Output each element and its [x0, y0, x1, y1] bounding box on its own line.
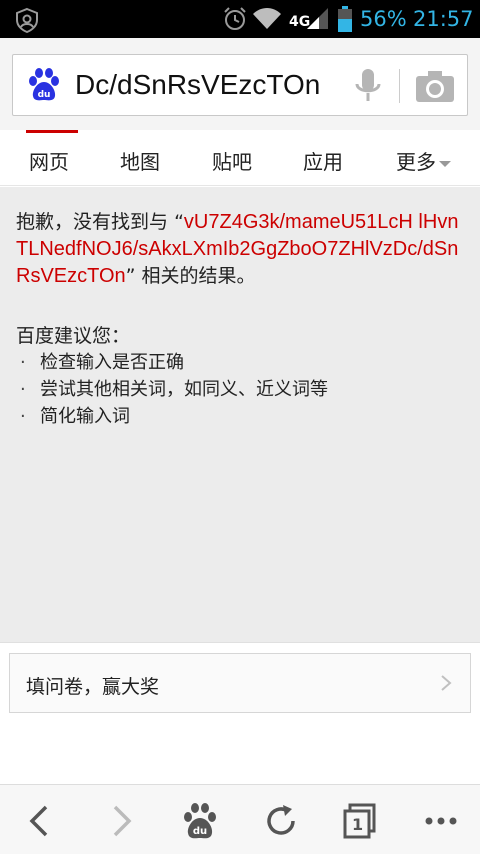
svg-text:du: du — [38, 90, 51, 100]
battery-icon — [338, 6, 352, 32]
tab-apps-label: 应用 — [303, 150, 343, 174]
tab-more[interactable]: 更多 — [396, 146, 451, 175]
promo-area: 填问卷，赢大奖 — [0, 642, 480, 784]
svg-text:du: du — [193, 826, 207, 837]
battery-percent: 56% — [360, 7, 407, 31]
clock: 21:57 — [413, 7, 474, 31]
tab-apps[interactable]: 应用 — [303, 146, 343, 175]
open-quote: “ — [174, 211, 184, 233]
survey-link[interactable]: 填问卷，赢大奖 — [9, 653, 471, 713]
status-bar: 4G 56% 21:57 — [0, 0, 480, 38]
chevron-right-icon — [441, 675, 452, 691]
close-quote: ” — [125, 265, 136, 287]
baidu-paw-icon[interactable]: du — [27, 67, 61, 103]
bullet: · — [20, 352, 26, 373]
microphone-icon[interactable] — [353, 67, 383, 105]
results-area: 抱歉，没有找到与 “vU7Z4G3k/mameU51LcH lHvnTLNedf… — [0, 187, 480, 642]
tab-web[interactable]: 网页 — [29, 146, 69, 175]
alarm-icon — [224, 7, 246, 30]
active-tab-indicator — [26, 130, 78, 133]
browser-toolbar: du 1 — [0, 784, 480, 854]
forward-icon[interactable] — [101, 801, 141, 841]
tab-more-label: 更多 — [396, 150, 436, 174]
more-menu-icon[interactable] — [421, 801, 461, 841]
tab-tieba[interactable]: 贴吧 — [212, 146, 252, 175]
camera-icon[interactable] — [415, 69, 455, 103]
dropdown-arrow-icon — [439, 160, 451, 167]
search-query-text[interactable]: Dc/dSnRsVEzcTOn — [75, 69, 320, 101]
back-icon[interactable] — [20, 801, 60, 841]
search-input[interactable]: du Dc/dSnRsVEzcTOn — [12, 54, 468, 116]
list-item: · 检查输入是否正确 — [20, 349, 328, 376]
survey-label: 填问卷，赢大奖 — [26, 676, 160, 698]
no-results-message: 抱歉，没有找到与 “vU7Z4G3k/mameU51LcH lHvnTLNedf… — [16, 209, 468, 290]
bullet: · — [20, 379, 26, 400]
wifi-icon — [253, 8, 281, 29]
divider — [399, 69, 400, 103]
list-item: · 简化输入词 — [20, 403, 328, 430]
no-results-suffix: 相关的结果。 — [135, 265, 256, 287]
tab-count: 1 — [352, 815, 364, 834]
shield-icon — [16, 7, 38, 33]
refresh-icon[interactable] — [261, 801, 301, 841]
list-item: · 尝试其他相关词，如同义、近义词等 — [20, 376, 328, 403]
bullet: · — [20, 406, 26, 427]
suggestion-text: 检查输入是否正确 — [40, 352, 184, 373]
signal-icon — [307, 8, 328, 29]
suggestions-list: · 检查输入是否正确 · 尝试其他相关词，如同义、近义词等 · 简化输入词 — [20, 349, 328, 430]
tab-map[interactable]: 地图 — [120, 146, 160, 175]
suggestion-text: 尝试其他相关词，如同义、近义词等 — [40, 379, 328, 400]
baidu-home-icon[interactable]: du — [180, 801, 220, 841]
category-tabs: 网页 地图 贴吧 应用 更多 — [0, 130, 480, 186]
suggestions-title: 百度建议您： — [16, 325, 131, 347]
no-results-prefix: 抱歉，没有找到与 — [16, 211, 169, 233]
search-header: du Dc/dSnRsVEzcTOn — [0, 38, 480, 130]
suggestion-text: 简化输入词 — [40, 406, 130, 427]
